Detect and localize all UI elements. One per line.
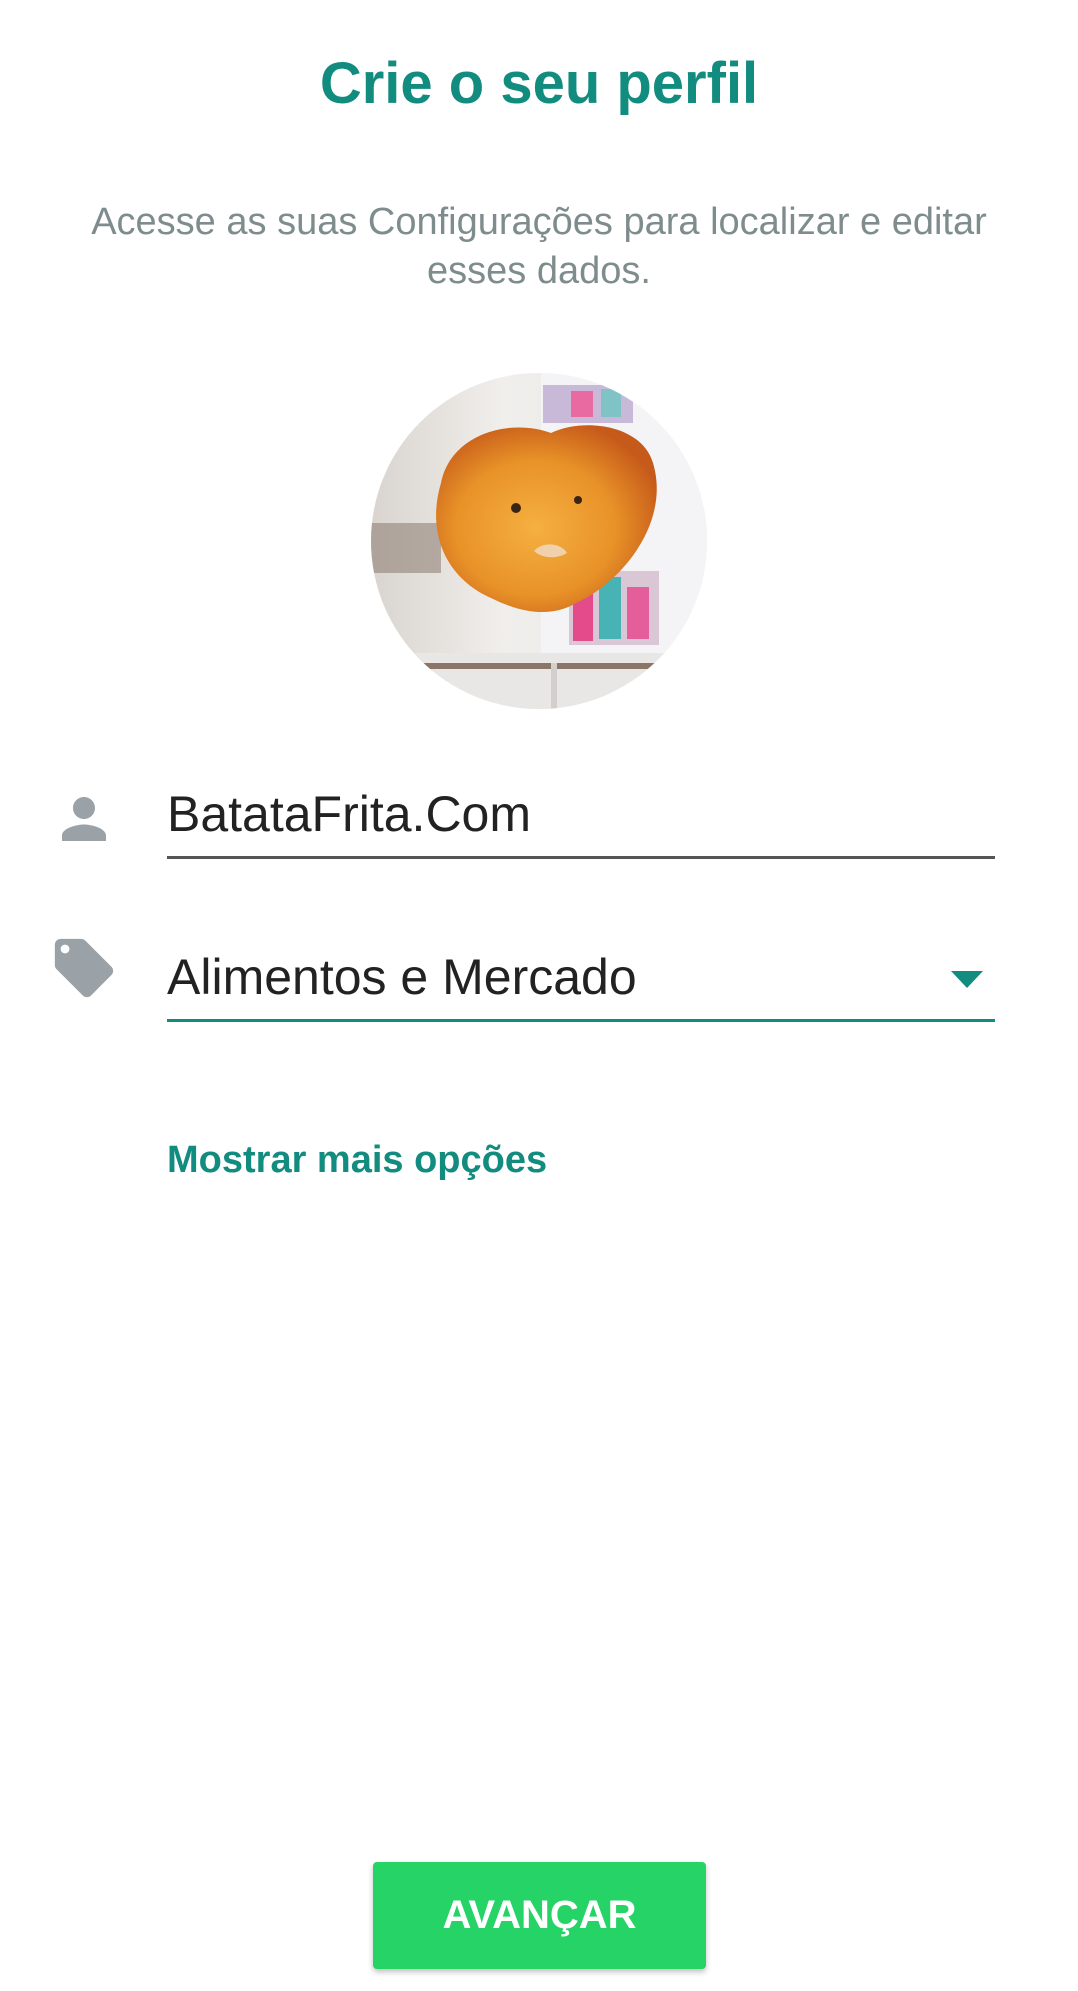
page-title: Crie o seu perfil [319, 51, 759, 116]
category-value: Alimentos e Mercado [167, 949, 637, 1005]
next-button[interactable]: AVANÇAR [373, 1862, 706, 1969]
show-more-options-link[interactable]: Mostrar mais opções [167, 1132, 547, 1188]
profile-photo-image [371, 373, 707, 709]
person-icon [62, 797, 106, 841]
dropdown-arrow-icon[interactable] [951, 971, 983, 988]
page-subtitle: Acesse as suas Configurações para locali… [91, 201, 987, 292]
name-field-value: BatataFrita.Com [167, 786, 532, 842]
category-dropdown[interactable]: Alimentos e Mercado [167, 945, 995, 1022]
name-field[interactable]: BatataFrita.Com [167, 782, 995, 859]
profile-photo[interactable] [371, 373, 707, 709]
tag-icon [54, 938, 114, 998]
